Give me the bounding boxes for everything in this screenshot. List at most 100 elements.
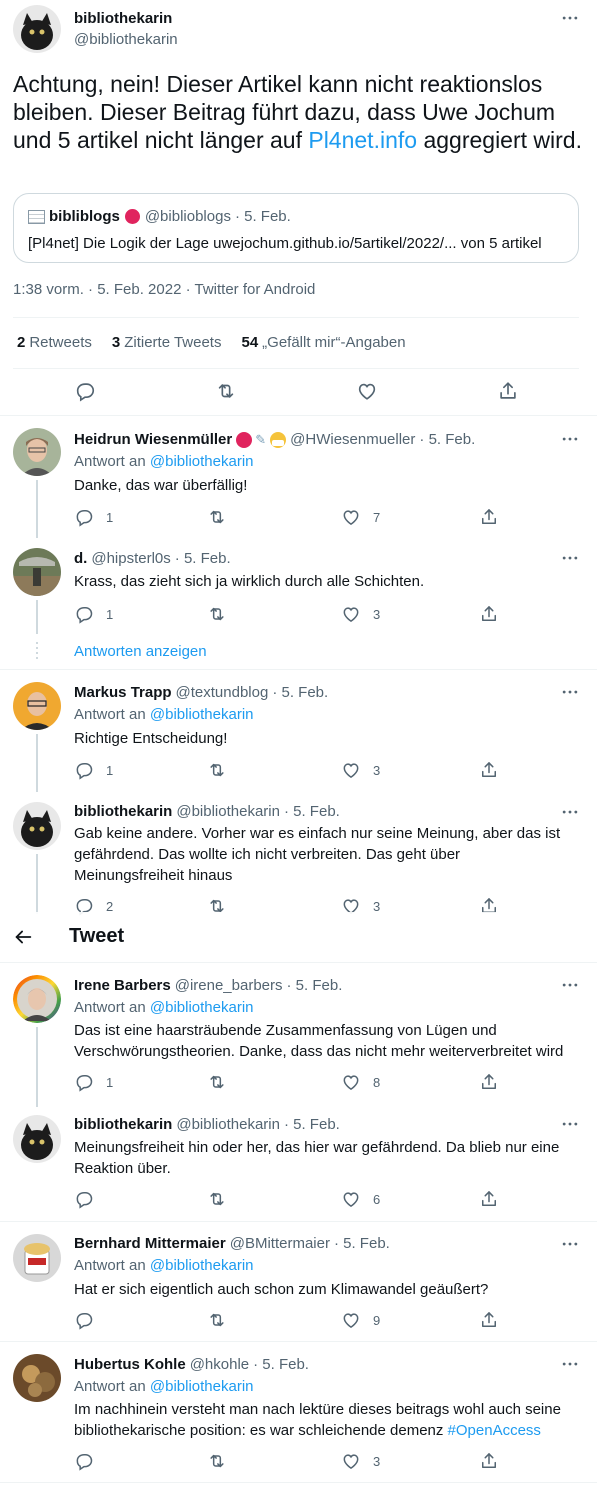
reply-date[interactable]: · 5. Feb.: [284, 1116, 340, 1133]
avatar-bernhard[interactable]: [13, 1234, 61, 1282]
retweet-icon[interactable]: [207, 760, 227, 780]
retweet-action[interactable]: [207, 760, 239, 780]
retweet-icon[interactable]: [207, 507, 227, 527]
retweet-count[interactable]: 2: [17, 334, 25, 351]
retweet-icon[interactable]: [207, 1310, 227, 1330]
like-icon[interactable]: [341, 1189, 361, 1209]
retweet-action[interactable]: [207, 1451, 239, 1471]
reply-author-name[interactable]: Heidrun Wiesenmüller: [74, 431, 232, 448]
share-icon[interactable]: [479, 760, 499, 780]
quote-label[interactable]: Zitierte Tweets: [124, 334, 221, 351]
reply-author-handle[interactable]: @HWiesenmueller: [290, 431, 415, 448]
retweet-icon[interactable]: [207, 1451, 227, 1471]
reply-author-handle[interactable]: @bibliothekarin: [176, 1116, 280, 1133]
reply-date[interactable]: · 5. Feb.: [175, 550, 231, 567]
share-action[interactable]: [479, 507, 499, 527]
avatar-hubertus[interactable]: [13, 1354, 61, 1402]
reply-action[interactable]: 1: [74, 604, 113, 624]
avatar-markus[interactable]: [13, 682, 61, 730]
share-icon[interactable]: [497, 380, 519, 402]
reply-icon[interactable]: [74, 760, 94, 780]
reply-action[interactable]: [74, 1310, 106, 1330]
reply-date[interactable]: · 5. Feb.: [334, 1235, 390, 1252]
like-icon[interactable]: [341, 1072, 361, 1092]
reply-date[interactable]: · 5. Feb.: [419, 431, 475, 448]
reply-icon[interactable]: [74, 1451, 94, 1471]
avatar-heidrun[interactable]: [13, 428, 61, 476]
like-icon[interactable]: [341, 1310, 361, 1330]
reply-action[interactable]: [74, 1189, 106, 1209]
share-icon[interactable]: [479, 1189, 499, 1209]
reply-author-name[interactable]: Bernhard Mittermaier: [74, 1235, 226, 1252]
reply-author-handle[interactable]: @hkohle: [190, 1356, 249, 1373]
avatar-irene[interactable]: [13, 975, 61, 1023]
retweet-icon[interactable]: [207, 1072, 227, 1092]
retweet-action[interactable]: [207, 604, 239, 624]
reply-date[interactable]: · 5. Feb.: [272, 684, 328, 701]
reply-author-handle[interactable]: @hipsterl0s: [91, 550, 170, 567]
reply-author-name[interactable]: bibliothekarin: [74, 1116, 172, 1133]
share-action[interactable]: [479, 1189, 499, 1209]
more-icon[interactable]: [560, 1234, 580, 1254]
share-icon[interactable]: [479, 1451, 499, 1471]
reply-to-link[interactable]: @bibliothekarin: [150, 706, 254, 723]
like-action[interactable]: 6: [341, 1189, 380, 1209]
share-action[interactable]: [479, 760, 499, 780]
reply-icon[interactable]: [74, 604, 94, 624]
reply-author-name[interactable]: Markus Trapp: [74, 684, 172, 701]
reply-author-name[interactable]: bibliothekarin: [74, 803, 172, 820]
like-icon[interactable]: [341, 604, 361, 624]
retweet-label[interactable]: Retweets: [29, 334, 92, 351]
hashtag-link[interactable]: #OpenAccess: [448, 1422, 541, 1439]
reply-action[interactable]: 1: [74, 1072, 113, 1092]
reply-date[interactable]: · 5. Feb.: [287, 977, 343, 994]
reply-to-link[interactable]: @bibliothekarin: [150, 1257, 254, 1274]
more-icon[interactable]: [560, 975, 580, 995]
reply-to-link[interactable]: @bibliothekarin: [150, 999, 254, 1016]
more-icon[interactable]: [560, 429, 580, 449]
like-icon[interactable]: [341, 1451, 361, 1471]
share-action[interactable]: [479, 604, 499, 624]
share-icon[interactable]: [479, 604, 499, 624]
more-icon[interactable]: [560, 802, 580, 822]
like-icon[interactable]: [356, 380, 378, 402]
more-icon[interactable]: [560, 682, 580, 702]
like-action[interactable]: 8: [341, 1072, 380, 1092]
arrow-left-icon[interactable]: [12, 926, 34, 948]
more-icon[interactable]: [560, 1114, 580, 1134]
reply-author-name[interactable]: d.: [74, 550, 87, 567]
author-handle[interactable]: @bibliothekarin: [74, 31, 178, 48]
more-icon[interactable]: [560, 548, 580, 568]
retweet-icon[interactable]: [215, 380, 237, 402]
share-action[interactable]: [479, 1072, 499, 1092]
like-count[interactable]: 54: [241, 334, 258, 351]
avatar-d[interactable]: [13, 548, 61, 596]
reply-date[interactable]: · 5. Feb.: [284, 803, 340, 820]
author-name[interactable]: bibliothekarin: [74, 10, 172, 27]
like-action[interactable]: 7: [341, 507, 380, 527]
reply-icon[interactable]: [74, 1310, 94, 1330]
like-icon[interactable]: [341, 760, 361, 780]
reply-author-name[interactable]: Hubertus Kohle: [74, 1356, 186, 1373]
like-icon[interactable]: [341, 507, 361, 527]
tweet-link[interactable]: Pl4net.info: [308, 127, 417, 153]
avatar-bibliothekarin[interactable]: [13, 5, 61, 53]
more-icon[interactable]: [560, 1354, 580, 1374]
retweet-icon[interactable]: [207, 604, 227, 624]
reply-icon[interactable]: [74, 1072, 94, 1092]
retweet-action[interactable]: [207, 1189, 239, 1209]
reply-icon[interactable]: [74, 380, 96, 402]
reply-action[interactable]: [74, 1451, 106, 1471]
share-action[interactable]: [479, 1310, 499, 1330]
share-icon[interactable]: [479, 507, 499, 527]
avatar-bibliothekarin[interactable]: [13, 1115, 61, 1163]
share-icon[interactable]: [479, 1310, 499, 1330]
reply-author-handle[interactable]: @bibliothekarin: [176, 803, 280, 820]
retweet-action[interactable]: [207, 1072, 239, 1092]
retweet-action[interactable]: [207, 1310, 239, 1330]
reply-action[interactable]: 1: [74, 760, 113, 780]
reply-to-link[interactable]: @bibliothekarin: [150, 453, 254, 470]
reply-action[interactable]: 1: [74, 507, 113, 527]
reply-icon[interactable]: [74, 507, 94, 527]
reply-date[interactable]: · 5. Feb.: [253, 1356, 309, 1373]
